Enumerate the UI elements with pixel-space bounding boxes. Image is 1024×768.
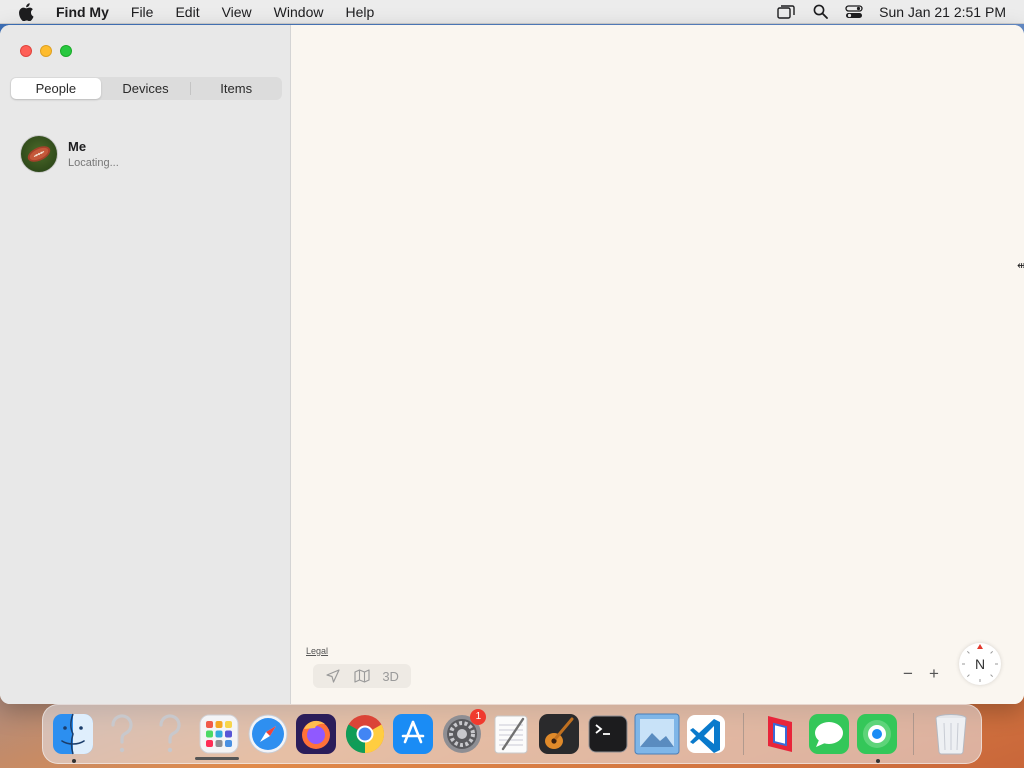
map-view[interactable]: Legal 3D − + N ⇹ xyxy=(291,25,1024,704)
dock-preview[interactable] xyxy=(634,711,680,757)
tab-devices[interactable]: Devices xyxy=(101,78,191,99)
legal-link[interactable]: Legal xyxy=(306,646,328,656)
window-controls xyxy=(20,45,72,57)
maximize-button[interactable] xyxy=(60,45,72,57)
dock-textedit[interactable] xyxy=(488,711,533,757)
location-arrow-icon[interactable] xyxy=(322,666,344,686)
terminal-icon xyxy=(588,715,628,753)
parallels-icon xyxy=(767,716,792,752)
firefox-icon xyxy=(296,714,337,754)
resize-cursor-icon: ⇹ xyxy=(1017,260,1024,272)
menu-bar: Find My File Edit View Window Help Sun J… xyxy=(0,0,1024,24)
menu-clock[interactable]: Sun Jan 21 2:51 PM xyxy=(879,4,1006,20)
map-icon[interactable] xyxy=(351,666,373,686)
spotlight-search-icon[interactable] xyxy=(811,3,829,21)
menu-app-name[interactable]: Find My xyxy=(50,0,120,24)
zoom-controls: − + xyxy=(900,665,942,682)
dock-terminal[interactable] xyxy=(586,711,631,757)
dock-safari[interactable] xyxy=(245,711,290,757)
dock-separator xyxy=(913,713,915,755)
chrome-icon xyxy=(345,715,384,754)
minimize-button[interactable] xyxy=(40,45,52,57)
question-mark-icon xyxy=(111,714,133,753)
find-my-window: People Devices Items Me Locating... Lega… xyxy=(0,25,1024,704)
vscode-icon xyxy=(687,715,726,753)
dock-finder[interactable] xyxy=(51,711,96,763)
dock-unknown-app-2[interactable] xyxy=(148,711,193,757)
messages-icon xyxy=(808,714,849,754)
menu-view[interactable]: View xyxy=(211,0,263,24)
running-indicator xyxy=(72,759,76,763)
preview-icon xyxy=(634,713,680,755)
dock-parallels[interactable] xyxy=(758,711,803,757)
dock-find-my[interactable] xyxy=(855,711,900,763)
dock-app-store[interactable] xyxy=(391,711,436,757)
dock-system-settings[interactable]: 1 xyxy=(440,709,487,757)
map-controls: 3D xyxy=(313,664,411,688)
dock-vscode[interactable] xyxy=(684,711,729,757)
compass-needle-icon xyxy=(977,644,983,649)
window-switcher-icon[interactable] xyxy=(777,3,795,21)
guitar-icon xyxy=(539,714,580,754)
person-status: Locating... xyxy=(68,157,119,169)
dock-chrome[interactable] xyxy=(343,711,388,757)
dock: 1 xyxy=(42,704,982,764)
dock-messages[interactable] xyxy=(806,711,851,757)
dock-firefox[interactable] xyxy=(294,711,339,757)
question-mark-icon xyxy=(159,714,182,753)
control-center-icon[interactable] xyxy=(845,3,863,21)
tab-people[interactable]: People xyxy=(11,78,101,99)
person-list-item[interactable]: Me Locating... xyxy=(20,135,119,173)
compass-button[interactable]: N xyxy=(959,643,1001,685)
zoom-out-button[interactable]: − xyxy=(900,665,916,682)
football-icon xyxy=(27,146,51,162)
find-my-icon xyxy=(857,714,898,754)
avatar xyxy=(20,135,58,173)
menu-file[interactable]: File xyxy=(120,0,165,24)
dock-trash[interactable] xyxy=(928,711,973,757)
tab-items[interactable]: Items xyxy=(191,78,281,99)
menu-edit[interactable]: Edit xyxy=(164,0,210,24)
compass-ticks-icon xyxy=(962,646,998,682)
app-store-icon xyxy=(393,714,434,754)
tab-bar: People Devices Items xyxy=(10,77,282,100)
person-name: Me xyxy=(68,139,87,154)
notification-badge: 1 xyxy=(470,709,487,725)
dock-unknown-app-1[interactable] xyxy=(100,711,145,757)
launchpad-icon xyxy=(199,714,239,754)
apple-icon[interactable] xyxy=(18,2,36,21)
dock-launchpad[interactable] xyxy=(197,711,242,757)
running-indicator xyxy=(875,759,880,763)
safari-icon xyxy=(248,714,288,754)
dock-separator xyxy=(742,713,744,755)
close-button[interactable] xyxy=(20,45,32,57)
menu-help[interactable]: Help xyxy=(334,0,385,24)
textedit-icon xyxy=(494,715,528,754)
menu-window[interactable]: Window xyxy=(263,0,335,24)
trash-icon xyxy=(935,714,967,755)
sidebar: People Devices Items Me Locating... xyxy=(0,25,291,704)
dock-garageband[interactable] xyxy=(537,711,582,757)
zoom-in-button[interactable]: + xyxy=(926,665,942,682)
3d-button[interactable]: 3D xyxy=(380,666,402,686)
dock-scroll-indicator xyxy=(195,757,239,760)
finder-icon xyxy=(53,713,94,755)
